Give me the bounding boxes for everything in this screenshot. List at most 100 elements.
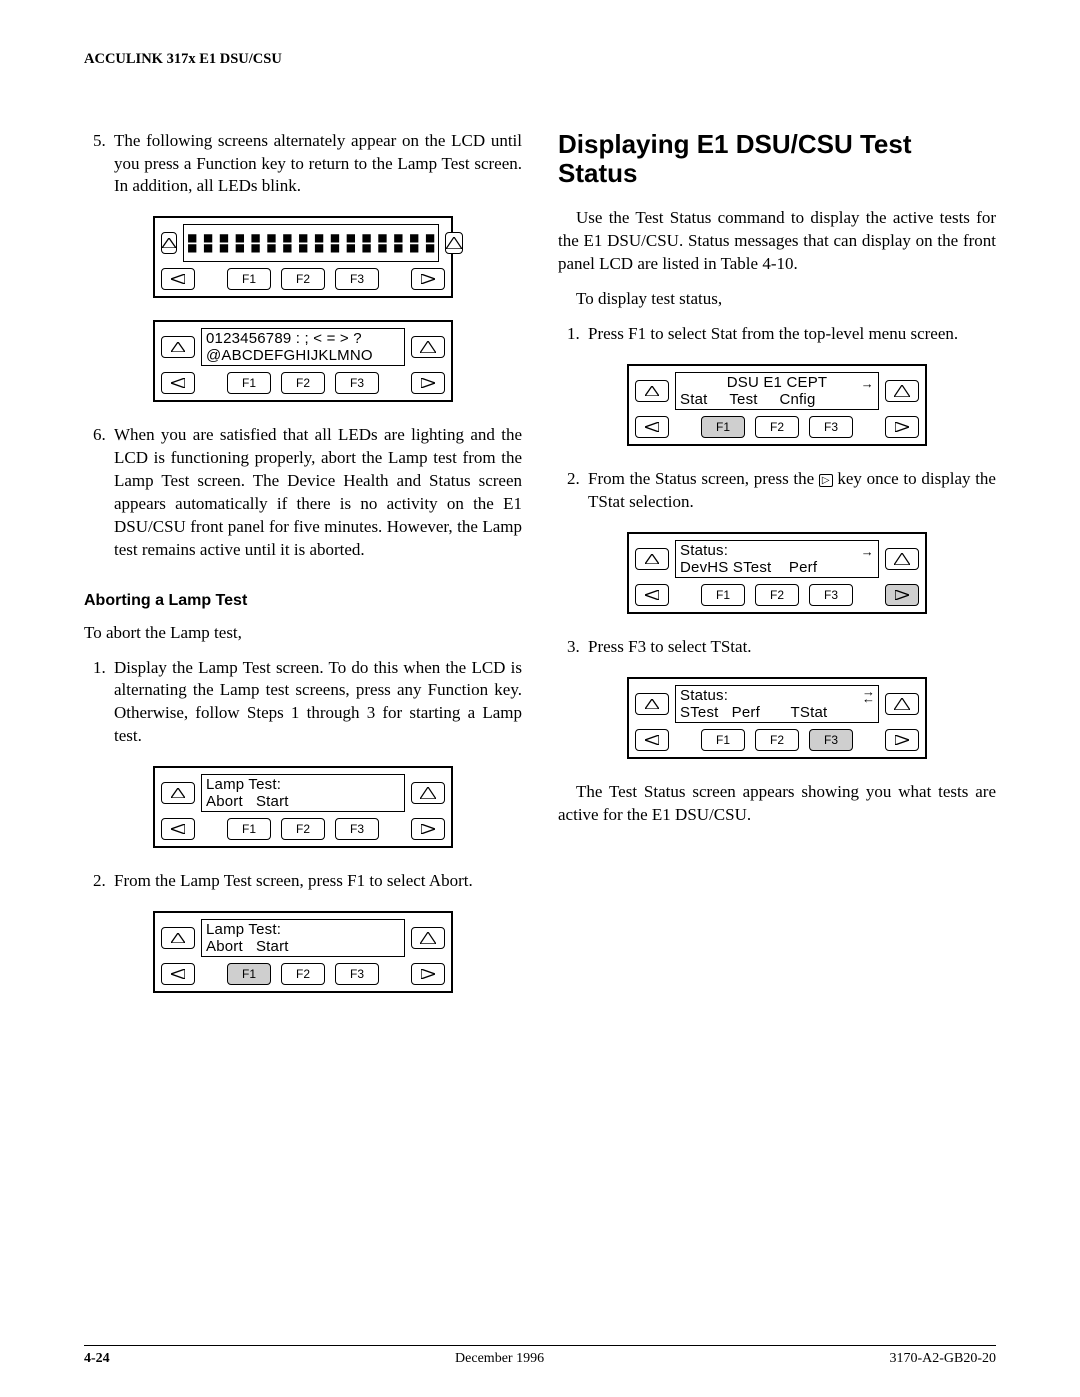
function-keys: F1 F2 F3	[201, 268, 405, 290]
f2-key[interactable]: F2	[755, 729, 799, 751]
right-key[interactable]	[885, 729, 919, 751]
f3-key[interactable]: F3	[809, 729, 853, 751]
f1-key[interactable]: F1	[227, 818, 271, 840]
lcd-screen: →← Status: STest Perf TStat	[675, 685, 879, 723]
f3-key[interactable]: F3	[335, 268, 379, 290]
triangle-up-icon	[171, 933, 185, 943]
triangle-left-icon	[171, 274, 185, 284]
up-key[interactable]	[161, 232, 177, 254]
select-icon	[894, 553, 910, 565]
up-key[interactable]	[161, 782, 195, 804]
f2-key[interactable]: F2	[755, 584, 799, 606]
triangle-right-icon	[895, 590, 909, 600]
triangle-left-icon	[171, 824, 185, 834]
menu-perf: Perf	[732, 704, 760, 721]
up-key[interactable]	[161, 927, 195, 949]
f3-key[interactable]: F3	[809, 416, 853, 438]
lamp-abort-label: Abort	[206, 793, 243, 810]
lcd-panel: ■ ■ ■ ■ ■ ■ ■ ■ ■ ■ ■ ■ ■ ■ ■ ■ ■ ■ ■ ■ …	[153, 216, 453, 298]
inline-right-key-icon: ▷	[819, 474, 833, 487]
lcd-figure-blocks: ■ ■ ■ ■ ■ ■ ■ ■ ■ ■ ■ ■ ■ ■ ■ ■ ■ ■ ■ ■ …	[84, 216, 522, 298]
lcd-panel: 0123456789 : ; < = > ? @ABCDEFGHIJKLMNO …	[153, 320, 453, 402]
right-key[interactable]	[411, 963, 445, 985]
abort-steps: Display the Lamp Test screen. To do this…	[84, 657, 522, 749]
lcd-line1: Status:	[680, 542, 874, 559]
select-key[interactable]	[445, 232, 463, 254]
lcd-figure-menu2: → Status: DevHS STest Perf	[558, 532, 996, 614]
right-key[interactable]	[885, 584, 919, 606]
select-key[interactable]	[411, 336, 445, 358]
f1-key[interactable]: F1	[227, 268, 271, 290]
f1-key[interactable]: F1	[227, 963, 271, 985]
abort-step-1: Display the Lamp Test screen. To do this…	[110, 657, 522, 749]
left-steps-continued-2: When you are satisfied that all LEDs are…	[84, 424, 522, 562]
f1-key[interactable]: F1	[701, 416, 745, 438]
lamp-start-label: Start	[256, 793, 289, 810]
lcd-line2: DevHS STest Perf	[680, 559, 874, 576]
menu-devhs: DevHS	[680, 559, 729, 576]
function-keys: F1 F2 F3	[675, 729, 879, 751]
lcd-panel: → DSU E1 CEPT Stat Test Cnfig	[627, 364, 927, 446]
section-heading: Displaying E1 DSU/CSU Test Status	[558, 130, 996, 190]
right-step-2: From the Status screen, press the ▷ key …	[584, 468, 996, 514]
lcd-line1: Lamp Test:	[206, 921, 400, 938]
f2-key[interactable]: F2	[281, 268, 325, 290]
left-key[interactable]	[161, 818, 195, 840]
select-key[interactable]	[885, 548, 919, 570]
up-key[interactable]	[635, 548, 669, 570]
function-keys: F1 F2 F3	[201, 818, 405, 840]
f3-key[interactable]: F3	[809, 584, 853, 606]
f1-key[interactable]: F1	[701, 729, 745, 751]
right-key[interactable]	[411, 268, 445, 290]
f3-key[interactable]: F3	[335, 818, 379, 840]
lcd-line2: Abort Start	[206, 938, 400, 955]
function-keys: F1 F2 F3	[201, 963, 405, 985]
lcd-line1: Status:	[680, 687, 874, 704]
function-keys: F1 F2 F3	[675, 584, 879, 606]
left-key[interactable]	[635, 584, 669, 606]
f1-key[interactable]: F1	[227, 372, 271, 394]
triangle-up-icon	[171, 788, 185, 798]
left-key[interactable]	[635, 416, 669, 438]
right-key[interactable]	[411, 372, 445, 394]
f1-key[interactable]: F1	[701, 584, 745, 606]
up-key[interactable]	[635, 693, 669, 715]
triangle-up-icon	[162, 238, 176, 248]
step-5: The following screens alternately appear…	[110, 130, 522, 199]
f3-key[interactable]: F3	[335, 963, 379, 985]
menu-perf: Perf	[789, 559, 817, 576]
select-key[interactable]	[411, 782, 445, 804]
bidir-arrow-icon: →←	[862, 688, 874, 702]
left-key[interactable]	[161, 963, 195, 985]
closing-para: The Test Status screen appears showing y…	[558, 781, 996, 827]
up-key[interactable]	[161, 336, 195, 358]
two-column-layout: The following screens alternately appear…	[84, 130, 996, 1016]
left-key[interactable]	[161, 372, 195, 394]
lcd-line2: Stat Test Cnfig	[680, 391, 874, 408]
f2-key[interactable]: F2	[281, 818, 325, 840]
triangle-up-icon	[645, 699, 659, 709]
block-row-2: ■ ■ ■ ■ ■ ■ ■ ■ ■ ■ ■ ■ ■ ■ ■ ■	[188, 243, 434, 253]
triangle-left-icon	[645, 422, 659, 432]
abort-step-2: From the Lamp Test screen, press F1 to s…	[110, 870, 522, 893]
right-step-3: Press F3 to select TStat.	[584, 636, 996, 659]
up-key[interactable]	[635, 380, 669, 402]
f2-key[interactable]: F2	[281, 963, 325, 985]
right-key[interactable]	[885, 416, 919, 438]
f2-key[interactable]: F2	[281, 372, 325, 394]
page: ACCULINK 317x E1 DSU/CSU The following s…	[0, 0, 1080, 1397]
f2-key[interactable]: F2	[755, 416, 799, 438]
right-arrow-icon: →	[861, 375, 874, 392]
right-step-1: Press F1 to select Stat from the top-lev…	[584, 323, 996, 346]
left-key[interactable]	[161, 268, 195, 290]
select-key[interactable]	[885, 693, 919, 715]
lcd-panel: Lamp Test: Abort Start F1	[153, 911, 453, 993]
select-key[interactable]	[885, 380, 919, 402]
select-key[interactable]	[411, 927, 445, 949]
right-key[interactable]	[411, 818, 445, 840]
triangle-up-icon	[645, 386, 659, 396]
f3-key[interactable]: F3	[335, 372, 379, 394]
lcd-line1: 0123456789 : ; < = > ?	[206, 330, 400, 347]
left-key[interactable]	[635, 729, 669, 751]
left-steps-continued: The following screens alternately appear…	[84, 130, 522, 199]
